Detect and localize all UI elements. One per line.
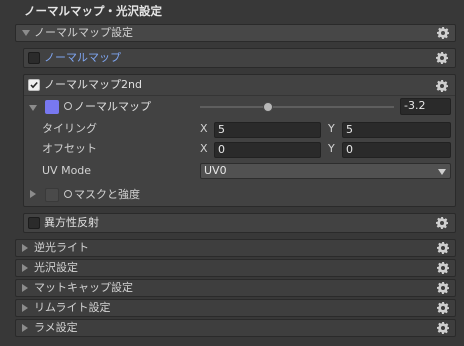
normal-map-row: ノーマルマップ xyxy=(23,48,456,68)
tiling-label: タイリング xyxy=(42,122,97,135)
section-header-backlight[interactable]: 逆光ライト xyxy=(15,239,456,257)
gear-icon[interactable] xyxy=(437,242,449,254)
mask-label: マスクと強度 xyxy=(64,188,140,202)
triangle-down-icon[interactable] xyxy=(29,105,37,111)
offset-x-field[interactable]: 0 xyxy=(214,142,321,158)
section-label: リムライト設定 xyxy=(34,301,111,314)
offset-label: オフセット xyxy=(42,142,97,155)
section-label: 逆光ライト xyxy=(34,241,89,254)
normal-map-label: ノーマルマップ xyxy=(44,51,121,64)
offset-x-label: X xyxy=(200,142,208,155)
section-header-normal-map[interactable]: ノーマルマップ設定 xyxy=(15,24,456,42)
normal-map-checkbox[interactable] xyxy=(28,52,40,64)
normal-map-2nd-checkbox[interactable] xyxy=(28,79,40,91)
strength-slider-handle[interactable] xyxy=(262,102,273,112)
uv-mode-value: UV0 xyxy=(204,164,227,177)
strength-slider-track[interactable] xyxy=(200,106,394,108)
triangle-right-icon xyxy=(22,304,28,312)
uv-mode-dropdown[interactable]: UV0 xyxy=(200,163,451,179)
texture-swatch[interactable] xyxy=(45,100,59,114)
section-label: ノーマルマップ設定 xyxy=(34,26,133,39)
section-label: マットキャップ設定 xyxy=(34,281,133,294)
gear-icon[interactable] xyxy=(437,282,449,294)
anisotropy-label: 異方性反射 xyxy=(44,216,99,229)
texture-label: ノーマルマップ xyxy=(64,100,151,114)
tiling-y-field[interactable]: 5 xyxy=(342,122,451,138)
triangle-right-icon xyxy=(22,324,28,332)
gear-icon[interactable] xyxy=(436,80,448,92)
tiling-x-field[interactable]: 5 xyxy=(214,122,321,138)
mask-label-text: マスクと強度 xyxy=(74,188,140,201)
divider xyxy=(24,95,455,96)
circle-icon xyxy=(64,190,72,198)
normal-map-2nd-label: ノーマルマップ2nd xyxy=(44,78,142,91)
strength-field[interactable]: -3.2 xyxy=(400,98,451,115)
anisotropy-row: 異方性反射 xyxy=(23,213,456,233)
gear-icon[interactable] xyxy=(436,217,448,229)
tiling-x-label: X xyxy=(200,122,208,135)
section-label: 光沢設定 xyxy=(34,261,78,274)
gear-icon[interactable] xyxy=(437,302,449,314)
triangle-right-icon[interactable] xyxy=(30,190,36,198)
section-header-rimlight[interactable]: リムライト設定 xyxy=(15,299,456,317)
circle-icon xyxy=(64,102,72,110)
anisotropy-checkbox[interactable] xyxy=(28,217,40,229)
triangle-down-icon xyxy=(22,30,30,36)
gear-icon[interactable] xyxy=(436,52,448,64)
page-title: ノーマルマップ・光沢設定 xyxy=(24,4,162,18)
triangle-right-icon xyxy=(22,244,28,252)
triangle-right-icon xyxy=(22,284,28,292)
gear-icon[interactable] xyxy=(437,262,449,274)
gear-icon[interactable] xyxy=(437,322,449,334)
gear-icon[interactable] xyxy=(437,27,449,39)
offset-y-field[interactable]: 0 xyxy=(342,142,451,158)
section-header-gloss[interactable]: 光沢設定 xyxy=(15,259,456,277)
normal-map-2nd-panel: ノーマルマップ2nd ノーマルマップ -3.2 タイリング X 5 Y 5 オフ… xyxy=(23,74,456,207)
section-label: ラメ設定 xyxy=(34,321,78,334)
texture-label-text: ノーマルマップ xyxy=(74,100,151,113)
mask-texture-slot[interactable] xyxy=(45,188,59,202)
section-header-matcap[interactable]: マットキャップ設定 xyxy=(15,279,456,297)
tiling-y-label: Y xyxy=(328,122,335,135)
uv-mode-label: UV Mode xyxy=(42,164,92,177)
triangle-right-icon xyxy=(22,264,28,272)
offset-y-label: Y xyxy=(328,142,335,155)
section-header-glitter[interactable]: ラメ設定 xyxy=(15,319,456,337)
check-icon xyxy=(30,81,38,89)
chevron-down-icon xyxy=(438,169,446,175)
